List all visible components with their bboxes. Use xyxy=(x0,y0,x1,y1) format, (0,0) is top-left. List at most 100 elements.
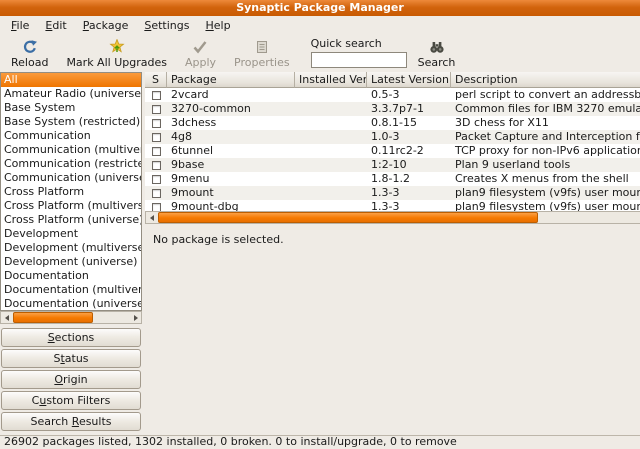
sidebar-item[interactable]: Base System xyxy=(1,101,141,115)
table-row[interactable]: 3dchess0.8.1-153D chess for X11 xyxy=(145,116,640,130)
scroll-left-icon[interactable] xyxy=(146,212,157,223)
package-checkbox[interactable] xyxy=(152,161,161,170)
package-checkbox[interactable] xyxy=(152,133,161,142)
table-row[interactable]: 9menu1.8-1.2Creates X menus from the she… xyxy=(145,172,640,186)
installed-version xyxy=(295,158,367,172)
sidebar-item[interactable]: Amateur Radio (universe) xyxy=(1,87,141,101)
installed-version xyxy=(295,130,367,144)
table-row[interactable]: 9mount-dbg1.3-3plan9 filesystem (v9fs) u… xyxy=(145,200,640,211)
scroll-right-icon[interactable] xyxy=(130,312,141,323)
installed-version xyxy=(295,144,367,158)
status-cell xyxy=(145,88,167,102)
latest-version: 3.3.7p7-1 xyxy=(367,102,451,116)
sidebar-button-status[interactable]: Status xyxy=(1,349,141,368)
sidebar-item[interactable]: Communication xyxy=(1,129,141,143)
sidebar-item[interactable]: Communication (multiverse) xyxy=(1,143,141,157)
sidebar-item[interactable]: Documentation (universe) xyxy=(1,297,141,311)
statusbar: 26902 packages listed, 1302 installed, 0… xyxy=(0,435,640,449)
package-checkbox[interactable] xyxy=(152,175,161,184)
sidebar-buttons: Sections Status Origin Custom Filters Search… xyxy=(0,328,142,431)
apply-label: Apply xyxy=(185,56,216,69)
sidebar-button-custom-filters[interactable]: Custom Filters xyxy=(1,391,141,410)
sidebar-item[interactable]: Documentation xyxy=(1,269,141,283)
package-name: 6tunnel xyxy=(167,144,295,158)
package-description: plan9 filesystem (v9fs) user mount utili… xyxy=(451,200,640,211)
table-row[interactable]: 3270-common3.3.7p7-1Common files for IBM… xyxy=(145,102,640,116)
table-row[interactable]: 4g81.0-3Packet Capture and Interception … xyxy=(145,130,640,144)
latest-version: 1.8-1.2 xyxy=(367,172,451,186)
properties-icon xyxy=(254,38,270,55)
table-row[interactable]: 2vcard0.5-3perl script to convert an add… xyxy=(145,88,640,102)
status-cell xyxy=(145,144,167,158)
menu-help[interactable]: Help xyxy=(198,17,237,34)
installed-version xyxy=(295,200,367,211)
table-hscrollbar[interactable] xyxy=(145,211,640,224)
package-name: 9mount-dbg xyxy=(167,200,295,211)
sidebar-item[interactable]: All xyxy=(1,73,141,87)
column-header-installed-version[interactable]: Installed Version xyxy=(295,72,367,88)
menu-edit[interactable]: Edit xyxy=(38,17,73,34)
table-row[interactable]: 9mount1.3-3plan9 filesystem (v9fs) user … xyxy=(145,186,640,200)
latest-version: 0.5-3 xyxy=(367,88,451,102)
table-hscroll-thumb[interactable] xyxy=(158,212,538,223)
package-description: Creates X menus from the shell xyxy=(451,172,640,186)
sidebar-button-search-results[interactable]: Search Results xyxy=(1,412,141,431)
search-button[interactable]: Search xyxy=(411,37,463,70)
reload-button[interactable]: Reload xyxy=(4,37,55,70)
apply-button[interactable]: Apply xyxy=(178,37,223,70)
latest-version: 1.3-3 xyxy=(367,186,451,200)
installed-version xyxy=(295,102,367,116)
package-checkbox[interactable] xyxy=(152,189,161,198)
sidebar-item[interactable]: Cross Platform (universe) xyxy=(1,213,141,227)
sidebar-hscroll-thumb[interactable] xyxy=(13,312,93,323)
sidebar-button-sections[interactable]: Sections xyxy=(1,328,141,347)
sidebar-item[interactable]: Development (universe) xyxy=(1,255,141,269)
toolbar: Reload Mark All Upgrades Apply xyxy=(0,35,640,72)
package-checkbox[interactable] xyxy=(152,147,161,156)
menu-package[interactable]: Package xyxy=(76,17,136,34)
sidebar-item[interactable]: Base System (restricted) xyxy=(1,115,141,129)
sidebar-button-origin[interactable]: Origin xyxy=(1,370,141,389)
package-name: 9base xyxy=(167,158,295,172)
sidebar-hscrollbar[interactable] xyxy=(0,311,142,324)
status-cell xyxy=(145,158,167,172)
search-label: Search xyxy=(418,56,456,69)
sidebar-item[interactable]: Communication (universe) xyxy=(1,171,141,185)
quick-search-input[interactable] xyxy=(311,52,407,68)
status-cell xyxy=(145,130,167,144)
package-name: 3dchess xyxy=(167,116,295,130)
package-checkbox[interactable] xyxy=(152,105,161,114)
right-pane: S Package Installed Version Latest Versi… xyxy=(145,72,640,435)
properties-label: Properties xyxy=(234,56,290,69)
sidebar-item[interactable]: Communication (restricted) xyxy=(1,157,141,171)
installed-version xyxy=(295,186,367,200)
menu-settings[interactable]: Settings xyxy=(137,17,196,34)
left-panel: AllAmateur Radio (universe)Base SystemBa… xyxy=(0,72,145,435)
details-pane: No package is selected. xyxy=(145,224,640,435)
package-checkbox[interactable] xyxy=(152,119,161,128)
package-table: S Package Installed Version Latest Versi… xyxy=(145,72,640,211)
table-row[interactable]: 9base1:2-10Plan 9 userland tools xyxy=(145,158,640,172)
package-checkbox[interactable] xyxy=(152,91,161,100)
scroll-left-icon[interactable] xyxy=(1,312,12,323)
column-header-description[interactable]: Description xyxy=(451,72,640,88)
column-header-package[interactable]: Package xyxy=(167,72,295,88)
sidebar-item[interactable]: Development xyxy=(1,227,141,241)
properties-button[interactable]: Properties xyxy=(227,37,297,70)
column-header-latest-version[interactable]: Latest Version xyxy=(367,72,451,88)
sidebar-item[interactable]: Cross Platform xyxy=(1,185,141,199)
package-name: 4g8 xyxy=(167,130,295,144)
package-description: TCP proxy for non-IPv6 applications xyxy=(451,144,640,158)
package-table-rows: 2vcard0.5-3perl script to convert an add… xyxy=(145,88,640,211)
mark-all-upgrades-button[interactable]: Mark All Upgrades xyxy=(59,37,174,70)
package-name: 9mount xyxy=(167,186,295,200)
package-checkbox[interactable] xyxy=(152,203,161,212)
search-icon xyxy=(429,38,445,55)
menu-file[interactable]: File xyxy=(4,17,36,34)
sidebar-item[interactable]: Documentation (multiverse) xyxy=(1,283,141,297)
column-header-status[interactable]: S xyxy=(145,72,167,88)
sidebar-item[interactable]: Cross Platform (multiverse) xyxy=(1,199,141,213)
sidebar-item[interactable]: Development (multiverse) xyxy=(1,241,141,255)
titlebar[interactable]: Synaptic Package Manager xyxy=(0,0,640,16)
table-row[interactable]: 6tunnel0.11rc2-2TCP proxy for non-IPv6 a… xyxy=(145,144,640,158)
